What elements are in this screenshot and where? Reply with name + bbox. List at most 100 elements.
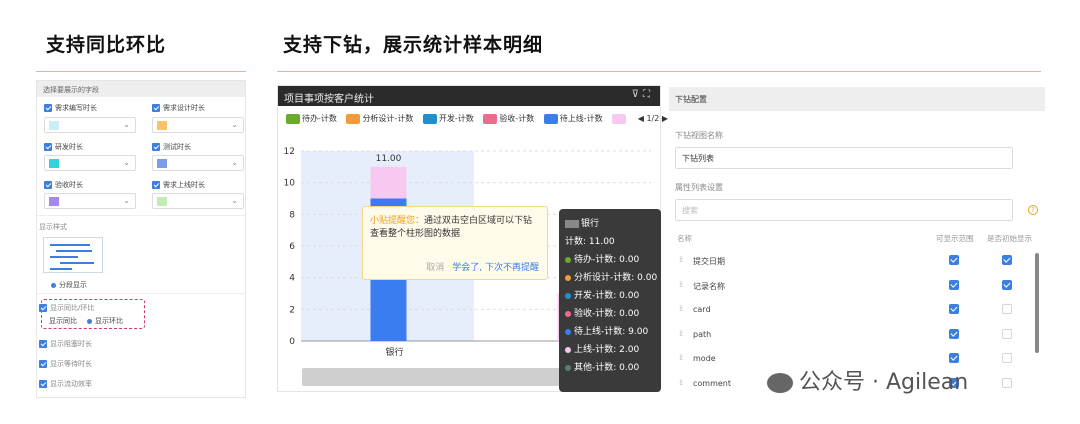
chart-title-bar: 项目事项按客户统计 ⊽⛶ xyxy=(278,86,660,106)
color-select-0[interactable]: ⌄ xyxy=(44,117,136,133)
detail-row: 开发-计数: 0.00 xyxy=(565,287,655,305)
field-checkbox-2[interactable]: 研发时长 xyxy=(44,142,83,152)
color-select-1[interactable]: ⌄ xyxy=(152,117,244,133)
extra-option-2[interactable]: 显示流动效率 xyxy=(39,379,92,389)
checkbox-icon xyxy=(44,104,52,112)
y-tick-label: 10 xyxy=(284,179,296,189)
yoy-option[interactable]: 显示同比 xyxy=(49,316,77,326)
y-tick-label: 2 xyxy=(289,305,295,315)
field-checkbox-5[interactable]: 需求上线时长 xyxy=(152,180,205,190)
wechat-icon xyxy=(767,373,793,393)
yoy-toggle[interactable]: 显示同比/环比 xyxy=(39,303,94,313)
drag-handle-icon[interactable]: ⁞⁞ xyxy=(679,255,683,264)
attr-row[interactable]: ⁞⁞ path xyxy=(675,325,1037,349)
extra-option-0[interactable]: 显示阻塞时长 xyxy=(39,339,92,349)
legend-item[interactable]: 开发-计数 xyxy=(422,113,474,124)
visible-checkbox[interactable] xyxy=(949,255,959,265)
initial-checkbox[interactable] xyxy=(1002,353,1012,363)
legend-item[interactable]: 待上线-计数 xyxy=(543,113,603,124)
legend-item[interactable]: 分析设计-计数 xyxy=(346,113,413,124)
chevron-down-icon: ⌄ xyxy=(231,158,238,167)
initial-checkbox[interactable] xyxy=(1002,255,1012,265)
attr-row[interactable]: ⁞⁞ 记录名称 xyxy=(675,276,1037,300)
color-select-3[interactable]: ⌄ xyxy=(152,155,244,171)
caret-right-icon[interactable]: ▶ xyxy=(662,114,668,123)
y-tick-label: 0 xyxy=(289,337,295,347)
legend-swatch xyxy=(612,113,627,124)
field-checkbox-3[interactable]: 测试时长 xyxy=(152,142,191,152)
series-dot xyxy=(565,328,571,335)
detail-row: 上线-计数: 2.00 xyxy=(565,341,655,359)
chevron-down-icon: ⌄ xyxy=(123,158,130,167)
series-dot xyxy=(565,274,571,281)
field-checkbox-1[interactable]: 需求设计时长 xyxy=(152,103,205,113)
field-checkbox-4[interactable]: 验收时长 xyxy=(44,180,83,190)
legend-swatch xyxy=(483,113,498,124)
x-category-label: 银行 xyxy=(385,346,403,358)
hint-cancel-button[interactable]: 取消 xyxy=(426,263,444,273)
color-swatch xyxy=(157,159,167,168)
legend-item[interactable] xyxy=(612,113,628,124)
initial-checkbox[interactable] xyxy=(1002,279,1012,290)
visible-checkbox[interactable] xyxy=(949,304,959,314)
detail-title: 银行 xyxy=(565,215,655,233)
initial-checkbox[interactable] xyxy=(1002,304,1012,314)
attr-label: 属性列表设置 xyxy=(675,183,723,192)
list-scrollbar[interactable] xyxy=(1035,253,1039,353)
right-divider xyxy=(277,71,1041,72)
legend-item[interactable]: 验收-计数 xyxy=(483,113,534,124)
visible-checkbox[interactable] xyxy=(949,279,959,290)
drilldown-header: 下钻配置 xyxy=(669,87,1045,111)
drilldown-config-panel: 下钻配置 下钻视图名称 下钻列表 属性列表设置 搜索 ? 名称 可显示范围 是否… xyxy=(669,87,1045,392)
checkbox-icon xyxy=(39,304,47,312)
mom-option[interactable]: 显示环比 xyxy=(87,316,123,326)
attr-search-input[interactable]: 搜索 xyxy=(675,199,1013,221)
legend-swatch xyxy=(346,113,361,124)
detail-row: 其他-计数: 0.00 xyxy=(565,359,655,377)
legend-pager[interactable]: ◀ 1/2 ▶ xyxy=(638,114,668,123)
bar-segment xyxy=(370,166,407,199)
extra-option-1[interactable]: 显示等待时长 xyxy=(39,359,92,369)
drag-handle-icon[interactable]: ⁞⁞ xyxy=(679,304,683,313)
series-dot xyxy=(565,292,571,299)
checkbox-icon xyxy=(152,181,160,189)
hint-tooltip: 小贴提醒您：通过双击空白区域可以下钻查看整个柱形图的数据 取消 学会了, 下次不再… xyxy=(362,206,548,280)
attr-row[interactable]: ⁞⁞ card xyxy=(675,300,1037,324)
drag-handle-icon[interactable]: ⁞⁞ xyxy=(679,353,683,362)
drag-handle-icon[interactable]: ⁞⁞ xyxy=(679,280,683,289)
style-thumbnail[interactable] xyxy=(43,237,103,273)
color-select-4[interactable]: ⌄ xyxy=(44,193,136,209)
chart-title: 项目事项按客户统计 xyxy=(284,94,374,105)
checkbox-icon xyxy=(44,181,52,189)
checkbox-icon xyxy=(152,104,160,112)
style-option[interactable]: 分段显示 xyxy=(51,280,87,290)
view-name-label: 下钻视图名称 xyxy=(675,131,723,140)
initial-checkbox[interactable] xyxy=(1002,328,1012,339)
initial-checkbox[interactable] xyxy=(1002,377,1012,388)
color-swatch xyxy=(157,121,167,130)
drag-handle-icon[interactable]: ⁞⁞ xyxy=(679,329,683,338)
color-select-2[interactable]: ⌄ xyxy=(44,155,136,171)
field-checkbox-0[interactable]: 需求编写时长 xyxy=(44,103,97,113)
chevron-down-icon: ⌄ xyxy=(231,196,238,205)
col-initial-header: 是否初始显示 xyxy=(987,234,1032,243)
color-swatch xyxy=(157,197,167,206)
color-swatch xyxy=(49,159,59,168)
hint-ok-button[interactable]: 学会了, 下次不再提醒 xyxy=(452,263,539,273)
detail-row: 待办-计数: 0.00 xyxy=(565,251,655,269)
view-name-input[interactable]: 下钻列表 xyxy=(675,147,1013,169)
bar-total-label: 11.00 xyxy=(376,154,402,164)
series-dot xyxy=(565,256,571,263)
filter-icon[interactable]: ⊽ xyxy=(632,89,643,100)
caret-left-icon[interactable]: ◀ xyxy=(638,114,644,123)
visible-checkbox[interactable] xyxy=(949,353,959,363)
fullscreen-icon[interactable]: ⛶ xyxy=(643,89,654,100)
legend-swatch xyxy=(286,113,300,124)
visible-checkbox[interactable] xyxy=(949,328,959,339)
help-icon[interactable]: ? xyxy=(1028,205,1038,215)
color-select-5[interactable]: ⌄ xyxy=(152,193,244,209)
attr-row[interactable]: ⁞⁞ 提交日期 xyxy=(675,251,1037,275)
separator xyxy=(37,215,245,216)
drag-handle-icon[interactable]: ⁞⁞ xyxy=(679,378,683,387)
legend-item[interactable]: 待办-计数 xyxy=(286,113,337,124)
